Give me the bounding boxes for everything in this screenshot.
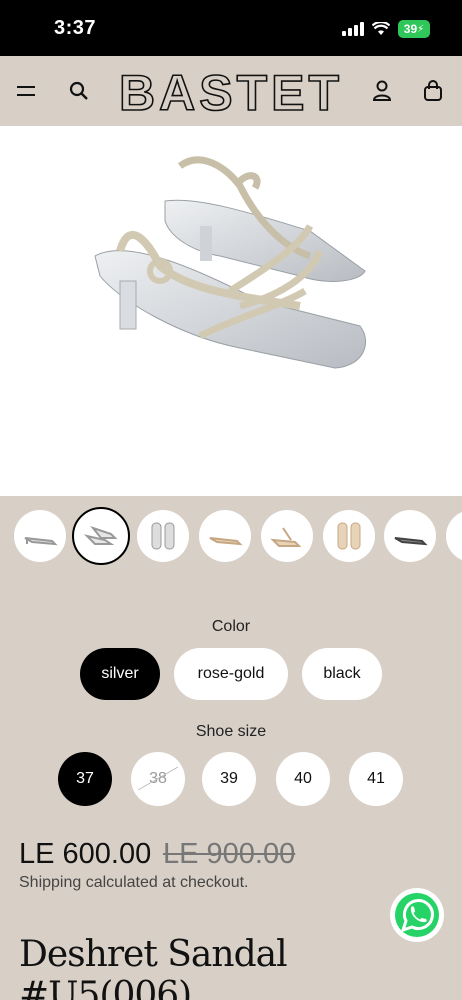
wifi-icon (372, 22, 390, 35)
size-option-39[interactable]: 39 (202, 752, 256, 806)
size-label: Shoe size (195, 723, 267, 740)
search-icon[interactable] (64, 76, 94, 106)
thumbnail[interactable] (261, 510, 313, 562)
whatsapp-icon (395, 893, 439, 937)
status-icons: 39 ⚡ (342, 20, 430, 38)
color-option-black[interactable]: black (302, 648, 382, 700)
color-option-rose-gold[interactable]: rose-gold (174, 648, 288, 700)
sale-price: LE 600.00 (19, 838, 152, 870)
color-option-silver[interactable]: silver (80, 648, 160, 700)
battery-icon: 39 ⚡ (398, 20, 430, 38)
thumbnail[interactable] (446, 510, 462, 562)
product-title: Deshret Sandal #U5(006) (19, 934, 288, 1000)
sandal-image (94, 156, 367, 369)
cart-icon[interactable] (418, 76, 448, 106)
size-option-41[interactable]: 41 (349, 752, 403, 806)
whatsapp-button[interactable] (390, 888, 444, 942)
menu-icon[interactable] (12, 76, 42, 106)
thumbnail[interactable] (14, 510, 66, 562)
site-header: BASTET (0, 56, 462, 126)
thumbnail[interactable] (384, 510, 436, 562)
signal-icon (342, 22, 364, 36)
thumbnail[interactable] (199, 510, 251, 562)
brand-logo[interactable]: BASTET (100, 62, 362, 120)
brand-name: BASTET (119, 65, 343, 120)
size-option-38[interactable]: 38 (131, 752, 185, 806)
compare-price: LE 900.00 (163, 838, 296, 870)
status-time: 3:37 (54, 17, 97, 39)
size-option-40[interactable]: 40 (276, 752, 330, 806)
thumbnail-strip[interactable] (0, 506, 462, 568)
color-label: Color (211, 618, 251, 635)
thumbnail-active[interactable] (72, 507, 130, 565)
thumbnail[interactable] (323, 510, 375, 562)
size-option-37[interactable]: 37 (58, 752, 112, 806)
status-bar: 3:37 39 ⚡ (0, 0, 462, 56)
account-icon[interactable] (367, 76, 397, 106)
product-image[interactable] (0, 126, 462, 496)
battery-level: 39 (403, 22, 418, 36)
shipping-note: Shipping calculated at checkout. (19, 874, 249, 891)
thumbnail[interactable] (137, 510, 189, 562)
